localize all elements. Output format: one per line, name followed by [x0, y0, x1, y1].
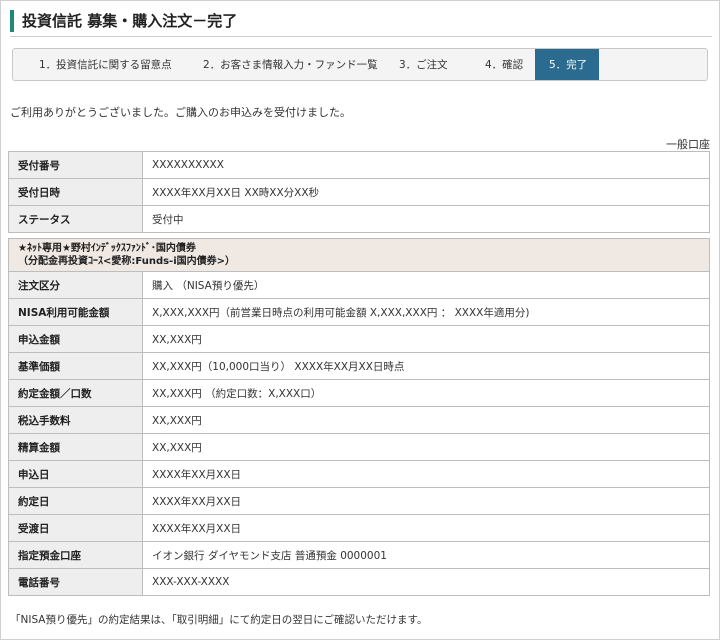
row-label: 受付日時 [8, 178, 143, 206]
row-value: 受付中 [142, 205, 710, 233]
step-1: 1．投資信託に関する留意点 [39, 59, 172, 71]
table-row: 注文区分 購入 （NISA預り優先） [8, 271, 710, 299]
step-3: 3．ご注文 [399, 59, 448, 71]
row-label: 税込手数料 [8, 406, 143, 434]
completion-message: ご利用ありがとうございました。ご購入のお申込みを受付けました。 [10, 106, 351, 119]
row-label: 受付番号 [8, 151, 143, 179]
table-row: ステータス 受付中 [8, 205, 710, 233]
steps-remainder [599, 49, 707, 80]
row-label: 基準価額 [8, 352, 143, 380]
row-value: X,XXX,XXX円（前営業日時点の利用可能金額 X,XXX,XXX円 ： XX… [142, 298, 710, 326]
account-type: 一般口座 [666, 138, 710, 151]
table-row: 指定預金口座 イオン銀行 ダイヤモンド支店 普通預金 0000001 [8, 541, 710, 569]
row-value: 購入 （NISA預り優先） [142, 271, 710, 299]
table-row: 約定日 XXXX年XX月XX日 [8, 487, 710, 515]
order-details-table: 注文区分 購入 （NISA預り優先） NISA利用可能金額 X,XXX,XXX円（前… [8, 271, 710, 596]
row-label: ステータス [8, 205, 143, 233]
reception-table: 受付番号 XXXXXXXXXX 受付日時 XXXX年XX月XX日 XX時XX分X… [8, 151, 710, 233]
row-label: 約定日 [8, 487, 143, 515]
step-5-active: 5．完了 [535, 49, 599, 80]
row-value: XXXX年XX月XX日 XX時XX分XX秒 [142, 178, 710, 206]
row-label: 注文区分 [8, 271, 143, 299]
row-label: 申込日 [8, 460, 143, 488]
row-value: XX,XXX円 [142, 406, 710, 434]
table-row: 受付日時 XXXX年XX月XX日 XX時XX分XX秒 [8, 178, 710, 206]
row-label: 電話番号 [8, 568, 143, 596]
table-row: 約定金額／口数 XX,XXX円 （約定口数：X,XXX口） [8, 379, 710, 407]
table-row: 受付番号 XXXXXXXXXX [8, 151, 710, 179]
row-value: XX,XXX円 （約定口数：X,XXX口） [142, 379, 710, 407]
footer-note: 「NISA預り優先」の約定結果は、「取引明細」にて約定日の翌日にご確認いただけま… [10, 614, 428, 626]
row-value: XXXX年XX月XX日 [142, 460, 710, 488]
fund-name-header: ★ﾈｯﾄ専用★野村ｲﾝﾃﾞｯｸｽﾌｧﾝﾄﾞ･国内債券 （分配金再投資ｺｰｽ<愛称… [8, 238, 710, 271]
row-value: XXXX年XX月XX日 [142, 514, 710, 542]
row-value: イオン銀行 ダイヤモンド支店 普通預金 0000001 [142, 541, 710, 569]
fund-name-line2: （分配金再投資ｺｰｽ<愛称:Funds-i国内債券>） [18, 256, 236, 267]
row-label: 約定金額／口数 [8, 379, 143, 407]
row-value: XXXX年XX月XX日 [142, 487, 710, 515]
row-value: XX,XXX円 [142, 325, 710, 353]
table-row: 精算金額 XX,XXX円 [8, 433, 710, 461]
table-row: 税込手数料 XX,XXX円 [8, 406, 710, 434]
table-row: NISA利用可能金額 X,XXX,XXX円（前営業日時点の利用可能金額 X,XXX… [8, 298, 710, 326]
step-2: 2．お客さま情報入力・ファンド一覧 [203, 59, 378, 71]
row-label: 申込金額 [8, 325, 143, 353]
row-label: 指定預金口座 [8, 541, 143, 569]
fund-name-line1: ★ﾈｯﾄ専用★野村ｲﾝﾃﾞｯｸｽﾌｧﾝﾄﾞ･国内債券 [18, 243, 196, 254]
page-title: 投資信託 募集・購入注文－完了 [10, 10, 237, 32]
table-row: 申込日 XXXX年XX月XX日 [8, 460, 710, 488]
progress-steps: 1．投資信託に関する留意点 2．お客さま情報入力・ファンド一覧 3．ご注文 4．… [12, 48, 708, 81]
row-label: NISA利用可能金額 [8, 298, 143, 326]
row-value: XXX-XXX-XXXX [142, 568, 710, 596]
table-row: 申込金額 XX,XXX円 [8, 325, 710, 353]
row-value: XX,XXX円（10,000口当り） XXXX年XX月XX日時点 [142, 352, 710, 380]
table-row: 基準価額 XX,XXX円（10,000口当り） XXXX年XX月XX日時点 [8, 352, 710, 380]
row-label: 受渡日 [8, 514, 143, 542]
title-divider [10, 36, 712, 37]
step-4: 4．確認 [485, 59, 524, 71]
row-value: XX,XXX円 [142, 433, 710, 461]
table-row: 受渡日 XXXX年XX月XX日 [8, 514, 710, 542]
row-label: 精算金額 [8, 433, 143, 461]
row-value: XXXXXXXXXX [142, 151, 710, 179]
table-row: 電話番号 XXX-XXX-XXXX [8, 568, 710, 596]
